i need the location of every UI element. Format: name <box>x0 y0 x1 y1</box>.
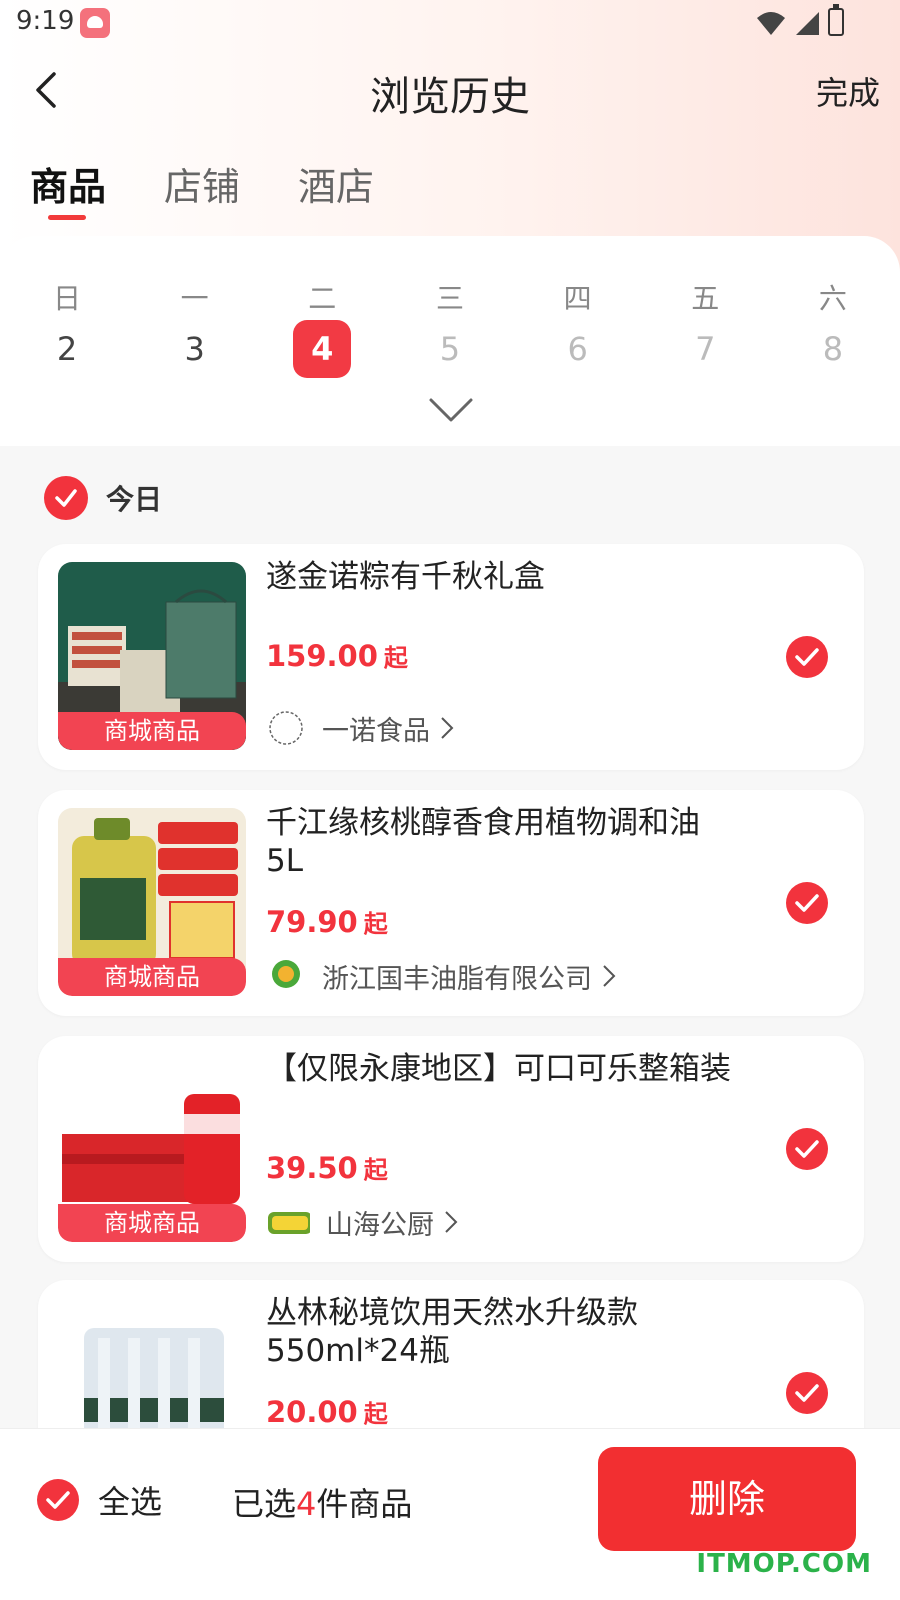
week-calendar: 日 一 二 三 四 五 六 2 3 4 5 6 7 8 <box>0 236 900 446</box>
chevron-right-icon <box>603 965 616 987</box>
item-check-icon[interactable] <box>786 1128 828 1170</box>
store-link[interactable]: 山海公厨 <box>266 1202 458 1242</box>
product-image: 商城商品 <box>58 1054 246 1242</box>
page-title: 浏览历史 <box>370 74 530 120</box>
product-title: 【仅限永康地区】可口可乐整箱装 <box>266 1051 731 1087</box>
expand-chevron-icon[interactable] <box>428 396 474 424</box>
product-image: 商城商品 <box>58 562 246 750</box>
group-label: 今日 <box>106 483 163 516</box>
price-value: 79.90 <box>266 905 358 939</box>
product-title: 丛林秘境饮用天然水升级款550ml*24瓶 <box>266 1295 638 1369</box>
tab-stores[interactable]: 店铺 <box>164 156 240 216</box>
price-value: 39.50 <box>266 1151 358 1185</box>
chevron-right-icon <box>441 717 454 739</box>
price-suffix: 起 <box>363 1400 388 1428</box>
date-cell[interactable]: 3 <box>166 320 224 378</box>
product-image: 商城商品 <box>58 808 246 996</box>
store-name: 山海公厨 <box>326 1209 434 1241</box>
history-list: 今日 商城商品 遂金诺粽有千秋礼盒 159.00 起 一诺食品 商城商品 千江缘… <box>0 446 900 1456</box>
store-logo-icon <box>272 960 300 988</box>
price-suffix: 起 <box>363 1156 388 1184</box>
date-row: 2 3 4 5 6 7 8 <box>38 320 862 378</box>
bottom-action-bar: 全选 已选4件商品 删除 ITMOP.COM <box>0 1428 900 1600</box>
product-card[interactable]: 商城商品 遂金诺粽有千秋礼盒 159.00 起 一诺食品 <box>38 544 864 770</box>
delete-button[interactable]: 删除 <box>598 1447 856 1551</box>
item-check-icon[interactable] <box>786 882 828 924</box>
group-check-icon[interactable] <box>44 476 88 520</box>
select-all-check-icon[interactable] <box>36 1478 80 1522</box>
date-cell: 8 <box>822 330 844 368</box>
store-name: 浙江国丰油脂有限公司 <box>322 963 592 995</box>
product-card[interactable]: 商城商品 千江缘核桃醇香食用植物调和油5L 79.90 起 浙江国丰油脂有限公司 <box>38 790 864 1016</box>
product-price: 79.90 起 <box>266 904 388 939</box>
price-value: 159.00 <box>266 639 378 673</box>
product-price: 20.00 起 <box>266 1394 388 1429</box>
group-header-today: 今日 <box>44 476 162 520</box>
app-notification-icon <box>80 8 110 38</box>
status-icons <box>756 4 844 36</box>
product-price: 159.00 起 <box>266 638 408 673</box>
product-card[interactable]: 商城商品 【仅限永康地区】可口可乐整箱装 39.50 起 山海公厨 <box>38 1036 864 1262</box>
done-button[interactable]: 完成 <box>816 68 880 114</box>
date-cell[interactable]: 2 <box>38 320 96 378</box>
price-suffix: 起 <box>383 644 408 672</box>
chevron-right-icon <box>445 1211 458 1233</box>
status-bar: 9:19 <box>0 0 900 46</box>
signal-icon <box>796 12 819 35</box>
date-cell: 6 <box>567 330 588 368</box>
date-cell: 7 <box>695 330 716 368</box>
product-title: 遂金诺粽有千秋礼盒 <box>266 559 545 595</box>
date-cell-selected[interactable]: 4 <box>293 320 352 378</box>
item-check-icon[interactable] <box>786 636 828 678</box>
item-check-icon[interactable] <box>786 1372 828 1414</box>
store-name: 一诺食品 <box>322 715 430 747</box>
wifi-icon <box>757 12 785 35</box>
product-badge: 商城商品 <box>58 712 246 750</box>
category-tabs: 商品 店铺 酒店 <box>30 156 374 220</box>
store-link[interactable]: 一诺食品 <box>266 708 454 748</box>
price-suffix: 起 <box>363 910 388 938</box>
tab-products[interactable]: 商品 <box>30 156 106 220</box>
date-cell: 5 <box>439 330 461 368</box>
product-price: 39.50 起 <box>266 1150 388 1185</box>
nav-bar: 浏览历史 完成 <box>0 50 900 130</box>
product-title: 千江缘核桃醇香食用植物调和油5L <box>266 805 700 879</box>
status-time: 9:19 <box>16 6 75 36</box>
store-logo-icon <box>269 711 303 745</box>
store-link[interactable]: 浙江国丰油脂有限公司 <box>266 956 616 996</box>
product-badge: 商城商品 <box>58 1204 246 1242</box>
product-badge: 商城商品 <box>58 958 246 996</box>
watermark: ITMOP.COM <box>696 1549 872 1579</box>
select-all-label: 全选 <box>98 1483 163 1521</box>
price-value: 20.00 <box>266 1395 358 1429</box>
selected-count: 4 <box>296 1485 317 1523</box>
tab-hotels[interactable]: 酒店 <box>298 156 374 216</box>
battery-icon <box>828 4 844 36</box>
selected-count-text: 已选4件商品 <box>232 1479 412 1525</box>
select-all-toggle[interactable]: 全选 <box>36 1477 162 1523</box>
selected-prefix: 已选 <box>232 1485 297 1523</box>
store-logo-icon <box>268 1212 310 1234</box>
selected-suffix: 件商品 <box>316 1485 413 1523</box>
